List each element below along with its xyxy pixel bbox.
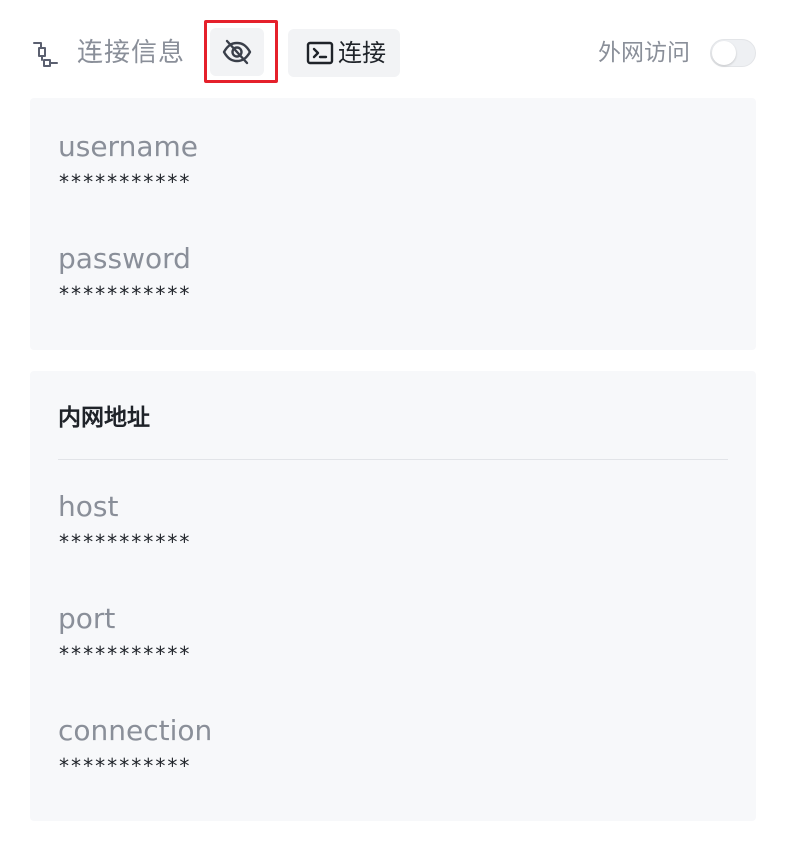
external-access-label: 外网访问 [598,40,690,66]
intranet-card: 内网地址 host *********** port *********** c… [30,371,756,821]
field-value: *********** [58,530,191,554]
host-field: host *********** [58,490,190,554]
eye-off-icon [222,39,252,65]
field-value: *********** [58,642,191,666]
toggle-knob [712,41,736,65]
field-label: password [58,242,191,275]
field-value: *********** [58,282,191,306]
connect-button[interactable]: 连接 [288,29,400,77]
field-value: *********** [58,170,191,194]
section-title: 内网地址 [58,405,150,431]
connection-plug-icon [33,42,58,67]
divider [58,459,728,460]
header: 连接信息 连接 外网访问 [0,0,786,100]
connection-field: connection *********** [58,714,212,778]
toggle-visibility-button[interactable] [210,28,264,76]
field-value: *********** [58,754,191,778]
field-label: host [58,490,119,523]
port-field: port *********** [58,602,190,666]
terminal-icon [306,41,334,65]
external-access-toggle[interactable] [710,39,756,67]
connect-button-label: 连接 [338,39,386,67]
credentials-card: username *********** password **********… [30,98,756,350]
field-label: username [58,130,198,163]
page-title: 连接信息 [77,38,186,68]
password-field: password *********** [58,242,191,306]
field-label: port [58,602,116,635]
username-field: username *********** [58,130,198,194]
field-label: connection [58,714,213,747]
